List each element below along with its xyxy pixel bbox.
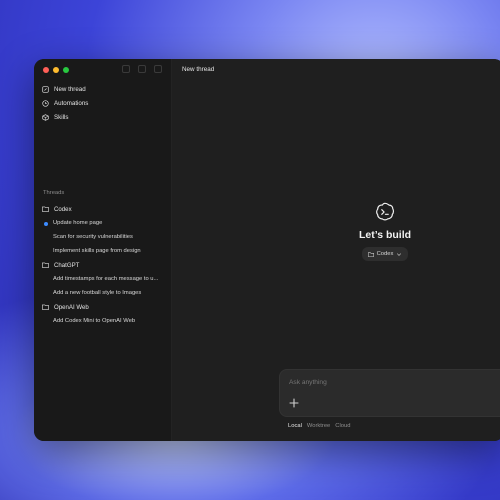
back-icon[interactable] <box>138 65 146 73</box>
forward-icon[interactable] <box>154 65 162 73</box>
folder-icon <box>42 304 49 310</box>
sidebar-item-skills[interactable]: Skills <box>42 110 88 124</box>
sidebar-toolbar <box>122 65 162 73</box>
mode-cloud[interactable]: Cloud <box>335 423 350 429</box>
sidebar: New thread Automations Skills Threads Co… <box>34 59 172 441</box>
sidebar-item-label: Skills <box>54 113 69 121</box>
sidebar-item-new-thread[interactable]: New thread <box>42 82 88 96</box>
folder-icon <box>367 251 374 257</box>
thread-list: Codex Update home page Scan for security… <box>42 202 170 328</box>
composer <box>279 369 500 417</box>
composer-input[interactable] <box>289 379 489 386</box>
app-window: New thread Automations Skills Threads Co… <box>34 59 500 441</box>
project-codex[interactable]: Codex <box>42 202 170 216</box>
sidebar-item-label: Automations <box>54 99 89 107</box>
toggle-sidebar-icon[interactable] <box>122 65 130 73</box>
chevron-down-icon <box>397 252 402 256</box>
cube-icon <box>42 113 49 121</box>
thread-item[interactable]: Add Codex Mini to OpenAI Web <box>42 314 170 328</box>
threads-section-label: Threads <box>43 190 65 196</box>
thread-item[interactable]: Implement skills page from design <box>42 244 170 258</box>
hero-title: Let’s build <box>358 229 412 241</box>
project-openai-web[interactable]: OpenAI Web <box>42 300 170 314</box>
empty-state: Let’s build Codex <box>340 201 430 262</box>
plus-icon[interactable] <box>289 398 299 408</box>
mode-worktree[interactable]: Worktree <box>307 423 330 429</box>
mode-local[interactable]: Local <box>288 423 302 429</box>
page-title: New thread <box>182 66 215 73</box>
project-chatgpt[interactable]: ChatGPT <box>42 258 170 272</box>
environment-modes: Local Worktree Cloud <box>288 423 350 429</box>
folder-icon <box>42 206 49 212</box>
folder-icon <box>42 262 49 268</box>
maximize-window-button[interactable] <box>63 67 69 73</box>
project-name: OpenAI Web <box>54 303 89 311</box>
thread-item[interactable]: Add timestamps for each message to u... <box>42 272 170 286</box>
project-selector[interactable]: Codex <box>361 247 409 261</box>
project-name: Codex <box>54 205 72 213</box>
window-controls <box>43 67 69 73</box>
close-window-button[interactable] <box>43 67 49 73</box>
codex-logo-icon <box>376 202 395 221</box>
thread-item[interactable]: Scan for security vulnerabilities <box>42 230 170 244</box>
thread-item[interactable]: Update home page <box>42 216 170 230</box>
sidebar-item-automations[interactable]: Automations <box>42 96 88 110</box>
main-panel: New thread Let’s build Codex Local Workt… <box>172 59 500 441</box>
project-selector-label: Codex <box>376 251 394 257</box>
minimize-window-button[interactable] <box>53 67 59 73</box>
sidebar-nav: New thread Automations Skills <box>42 82 88 124</box>
project-name: ChatGPT <box>54 261 80 269</box>
sidebar-item-label: New thread <box>54 85 86 93</box>
edit-icon <box>42 85 49 93</box>
clock-icon <box>42 99 49 107</box>
thread-item[interactable]: Add a new football style to Images <box>42 286 170 300</box>
